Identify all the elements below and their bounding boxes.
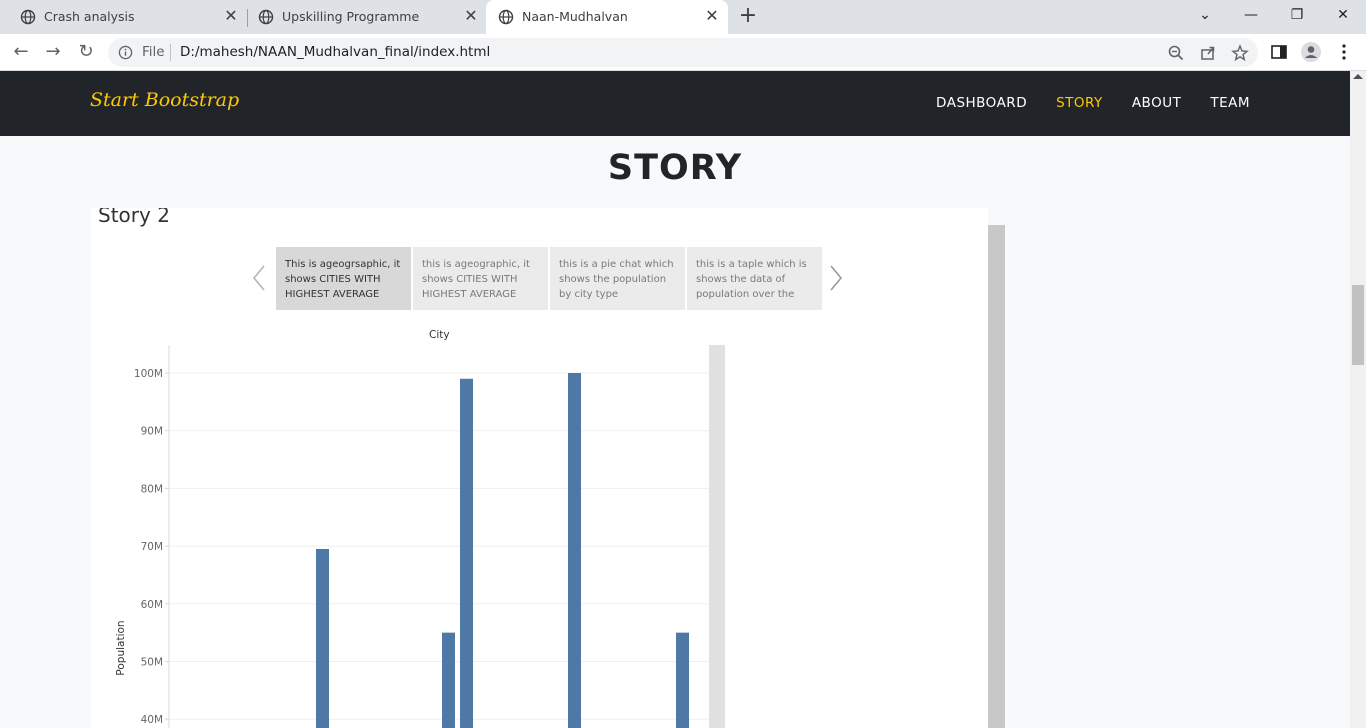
brand-logo[interactable]: Start Bootstrap xyxy=(90,89,239,111)
y-tick-label: 70M xyxy=(141,541,163,553)
browser-tab-strip: Crash analysis ✕ Upskilling Programme ✕ … xyxy=(0,0,1366,34)
population-bar-chart: 40M 50M 60M 70M 80M 90M 100M Population xyxy=(115,345,709,728)
restore-icon[interactable]: ❐ xyxy=(1274,0,1320,30)
globe-icon xyxy=(258,9,274,25)
chart-scrollbar[interactable] xyxy=(709,345,725,728)
tab-title: Naan-Mudhalvan xyxy=(522,9,628,24)
address-divider xyxy=(170,44,171,61)
y-tick-label: 80M xyxy=(141,483,163,495)
side-panel-icon[interactable] xyxy=(1268,41,1290,63)
browser-tab[interactable]: Crash analysis ✕ xyxy=(0,0,247,34)
info-icon[interactable] xyxy=(118,45,133,60)
bar xyxy=(442,632,455,728)
close-tab-icon[interactable]: ✕ xyxy=(223,8,239,24)
more-menu-icon[interactable] xyxy=(1333,41,1355,63)
browser-tab[interactable]: Upskilling Programme ✕ xyxy=(238,0,487,34)
forward-arrow-icon[interactable]: → xyxy=(41,41,65,65)
bar xyxy=(316,548,329,728)
bar xyxy=(460,378,473,728)
scrollbar-thumb[interactable] xyxy=(1352,285,1364,365)
browser-toolbar: ← → ↻ File D:/mahesh/NAAN_Mudhalvan_fina… xyxy=(0,34,1366,71)
y-tick-label: 100M xyxy=(134,368,163,380)
globe-icon xyxy=(20,9,36,25)
minimize-icon[interactable]: — xyxy=(1228,0,1274,30)
reload-icon[interactable]: ↻ xyxy=(74,41,98,65)
close-tab-icon[interactable]: ✕ xyxy=(704,8,720,24)
profile-avatar-icon[interactable] xyxy=(1300,41,1322,63)
nav-link-about[interactable]: ABOUT xyxy=(1132,95,1182,111)
nav-link-team[interactable]: TEAM xyxy=(1210,95,1250,111)
y-tick-label: 90M xyxy=(141,426,163,438)
tab-title: Upskilling Programme xyxy=(282,9,420,24)
new-tab-button[interactable]: + xyxy=(737,5,759,28)
globe-icon xyxy=(498,9,514,25)
scheme-label: File xyxy=(142,44,165,60)
nav-link-story[interactable]: STORY xyxy=(1056,95,1103,111)
address-bar[interactable]: File D:/mahesh/NAAN_Mudhalvan_final/inde… xyxy=(108,38,1258,67)
nav-link-dashboard[interactable]: DASHBOARD xyxy=(936,95,1027,111)
url-text[interactable]: D:/mahesh/NAAN_Mudhalvan_final/index.htm… xyxy=(180,44,490,60)
share-icon[interactable] xyxy=(1199,44,1217,62)
page-scrollbar[interactable] xyxy=(1350,71,1366,728)
y-tick-label: 50M xyxy=(141,657,163,669)
y-tick-label: 60M xyxy=(141,599,163,611)
bar xyxy=(676,632,689,728)
y-tick-label: 40M xyxy=(141,714,163,726)
y-axis-title: Population xyxy=(115,620,127,675)
close-window-icon[interactable]: ✕ xyxy=(1320,0,1366,30)
tab-search-icon[interactable]: ⌄ xyxy=(1182,0,1228,30)
site-navbar: Start Bootstrap DASHBOARD STORY ABOUT TE… xyxy=(0,71,1350,136)
bookmark-star-icon[interactable] xyxy=(1231,44,1249,62)
close-tab-icon[interactable]: ✕ xyxy=(463,8,479,24)
bar xyxy=(568,373,581,728)
tab-title: Crash analysis xyxy=(44,9,135,24)
browser-tab-active[interactable]: Naan-Mudhalvan ✕ xyxy=(486,0,728,34)
scroll-up-arrow-icon[interactable] xyxy=(1353,74,1363,79)
zoom-icon[interactable] xyxy=(1167,44,1185,62)
viz-scrollbar[interactable] xyxy=(988,225,1005,728)
nav-links: DASHBOARD STORY ABOUT TEAM xyxy=(907,95,1250,111)
back-arrow-icon[interactable]: ← xyxy=(9,41,33,65)
page-title: STORY xyxy=(607,148,743,188)
story-viz: Story 2 This is ageogrsaphic, it shows C… xyxy=(91,208,988,728)
